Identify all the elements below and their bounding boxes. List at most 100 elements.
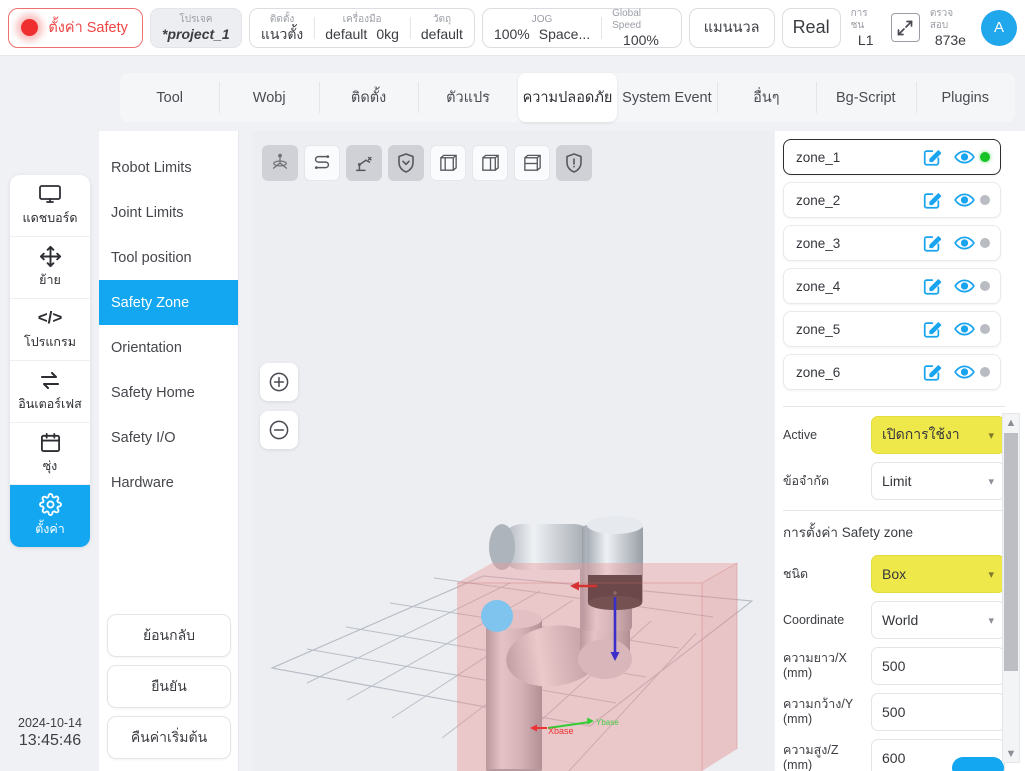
edit-pencil-icon[interactable] bbox=[916, 233, 948, 253]
robot-3d-viewport[interactable]: Xbase Ybase bbox=[252, 131, 774, 771]
eye-visibility-icon[interactable] bbox=[948, 278, 980, 294]
width-y-input[interactable]: 500 bbox=[871, 693, 1005, 731]
real-mode-button[interactable]: Real bbox=[781, 7, 841, 48]
zone-name-5: zone_5 bbox=[796, 321, 841, 337]
expand-arrows-icon[interactable] bbox=[890, 13, 920, 42]
subnav-item-hardware[interactable]: Hardware bbox=[99, 460, 238, 505]
apply-toggle-button[interactable] bbox=[952, 757, 1004, 771]
zone-row-1[interactable]: zone_1 bbox=[783, 139, 1001, 175]
subnav-item-robot-limits[interactable]: Robot Limits bbox=[99, 145, 238, 190]
subnav-item-safety-io[interactable]: Safety I/O bbox=[99, 415, 238, 460]
object-value: default bbox=[420, 25, 463, 42]
check-indicator[interactable]: ตรวจสอบ 873e bbox=[927, 8, 974, 48]
form-divider bbox=[783, 510, 1005, 511]
scroll-up-arrow[interactable]: ▲ bbox=[1003, 414, 1019, 431]
eye-visibility-icon[interactable] bbox=[948, 364, 980, 380]
limit-select[interactable]: Limit ▾ bbox=[871, 462, 1005, 500]
sidebar-item-interface[interactable]: อินเตอร์เฟส bbox=[10, 361, 90, 423]
manual-mode-button[interactable]: แมนนวล bbox=[688, 7, 775, 48]
length-x-input[interactable]: 500 bbox=[871, 647, 1005, 685]
red-record-dot-icon bbox=[19, 17, 39, 39]
zone-status-dot-4 bbox=[980, 281, 990, 291]
object-caption: วัตถุ bbox=[432, 13, 451, 25]
tab-plugins[interactable]: Plugins bbox=[915, 73, 1015, 122]
edit-pencil-icon[interactable] bbox=[916, 190, 948, 210]
zone-name-4: zone_4 bbox=[796, 278, 841, 294]
reset-default-button[interactable]: คืนค่าเริ่มต้น bbox=[107, 716, 231, 759]
safety-settings-label: ตั้งค่า Safety bbox=[48, 20, 128, 36]
global-speed-cell[interactable]: Global Speed 100% bbox=[601, 8, 681, 48]
project-caption: โปรเจค bbox=[179, 13, 213, 25]
zone-status-dot-2 bbox=[980, 195, 990, 205]
eye-visibility-icon[interactable] bbox=[948, 149, 980, 165]
zone-status-dot-6 bbox=[980, 367, 990, 377]
tab-wobj[interactable]: Wobj bbox=[219, 73, 318, 122]
sidebar-label-program: โปรแกรม bbox=[24, 335, 76, 349]
sidebar-item-dashboard[interactable]: แดชบอร์ด bbox=[10, 175, 90, 237]
eye-visibility-icon[interactable] bbox=[948, 321, 980, 337]
edit-pencil-icon[interactable] bbox=[916, 362, 948, 382]
tab-others[interactable]: อื่นๆ bbox=[716, 73, 816, 122]
sidebar-label-settings: ตั้งค่า bbox=[35, 521, 65, 536]
check-caption: ตรวจสอบ bbox=[929, 7, 954, 31]
project-selector[interactable]: โปรเจค *project_1 bbox=[149, 7, 242, 48]
chevron-down-icon: ▾ bbox=[988, 429, 994, 442]
collision-indicator[interactable]: การชน L1 bbox=[848, 8, 884, 48]
zone-row-4[interactable]: zone_4 bbox=[783, 268, 1001, 304]
sidebar-label-move: ย้าย bbox=[39, 273, 61, 287]
label-height-z: ความสูง/Z (mm) bbox=[783, 743, 839, 771]
coordinate-value: World bbox=[882, 612, 919, 628]
subnav-item-safety-zone[interactable]: Safety Zone bbox=[99, 280, 238, 325]
tool-cell[interactable]: เครื่องมือ default 0kg bbox=[314, 9, 410, 47]
object-cell[interactable]: วัตถุ default bbox=[409, 9, 474, 47]
sidebar-item-move[interactable]: ย้าย bbox=[10, 237, 90, 299]
zone-row-6[interactable]: zone_6 bbox=[783, 354, 1001, 390]
edit-pencil-icon[interactable] bbox=[916, 147, 948, 167]
code-icon: </> bbox=[37, 308, 63, 327]
sidebar-label-interface: อินเตอร์เฟส bbox=[18, 397, 82, 411]
jog-caption: JOG bbox=[531, 13, 553, 25]
active-select[interactable]: เปิดการใช้งา ▾ bbox=[871, 416, 1005, 454]
confirm-button[interactable]: ยืนยัน bbox=[107, 665, 231, 708]
subnav-item-orientation[interactable]: Orientation bbox=[99, 325, 238, 370]
jog-cell[interactable]: JOG 100% Space... bbox=[483, 9, 601, 47]
jog-mode: Space... bbox=[538, 25, 591, 42]
type-select[interactable]: Box ▾ bbox=[871, 555, 1005, 593]
back-button[interactable]: ย้อนกลับ bbox=[107, 614, 231, 657]
zone-row-3[interactable]: zone_3 bbox=[783, 225, 1001, 261]
collision-value: L1 bbox=[857, 31, 874, 48]
tab-safety[interactable]: ความปลอดภัย bbox=[517, 73, 618, 122]
exchange-icon bbox=[38, 369, 62, 391]
tcp-sphere bbox=[481, 600, 513, 632]
eye-visibility-icon[interactable] bbox=[948, 192, 980, 208]
tab-variables[interactable]: ตัวแปร bbox=[418, 73, 517, 122]
install-cell[interactable]: ติดตั้ง แนวตั้ง bbox=[250, 9, 314, 47]
edit-pencil-icon[interactable] bbox=[916, 319, 948, 339]
label-width-y: ความกว้าง/Y (mm) bbox=[783, 697, 853, 726]
tab-tool[interactable]: Tool bbox=[120, 73, 219, 122]
safety-settings-button[interactable]: ตั้งค่า Safety bbox=[8, 7, 143, 48]
sidebar-item-log[interactable]: ซุ่ง bbox=[10, 423, 90, 485]
subnav-item-tool-position[interactable]: Tool position bbox=[99, 235, 238, 280]
avatar[interactable]: A bbox=[981, 9, 1017, 46]
subnav-item-safety-home[interactable]: Safety Home bbox=[99, 370, 238, 415]
sidebar-item-settings[interactable]: ตั้งค่า bbox=[10, 485, 90, 547]
scroll-thumb[interactable] bbox=[1004, 433, 1018, 671]
tab-install[interactable]: ติดตั้ง bbox=[318, 73, 418, 122]
field-length-x: ความยาว/X (mm) 500 bbox=[783, 647, 1005, 685]
panel-scrollbar[interactable]: ▲ ▼ bbox=[1002, 413, 1020, 763]
check-value: 873e bbox=[934, 31, 966, 48]
chevron-down-icon: ▾ bbox=[988, 475, 994, 488]
jog-value: 100% bbox=[493, 25, 530, 42]
subnav-item-joint-limits[interactable]: Joint Limits bbox=[99, 190, 238, 235]
tab-system-event[interactable]: System Event bbox=[617, 73, 716, 122]
scroll-down-arrow[interactable]: ▼ bbox=[1003, 745, 1019, 762]
sidebar-item-program[interactable]: </> โปรแกรม bbox=[10, 299, 90, 361]
zone-row-2[interactable]: zone_2 bbox=[783, 182, 1001, 218]
tab-bg-script[interactable]: Bg-Script bbox=[816, 73, 915, 122]
zone-name-1: zone_1 bbox=[796, 149, 841, 165]
edit-pencil-icon[interactable] bbox=[916, 276, 948, 296]
zone-row-5[interactable]: zone_5 bbox=[783, 311, 1001, 347]
coordinate-select[interactable]: World ▾ bbox=[871, 601, 1005, 639]
eye-visibility-icon[interactable] bbox=[948, 235, 980, 251]
